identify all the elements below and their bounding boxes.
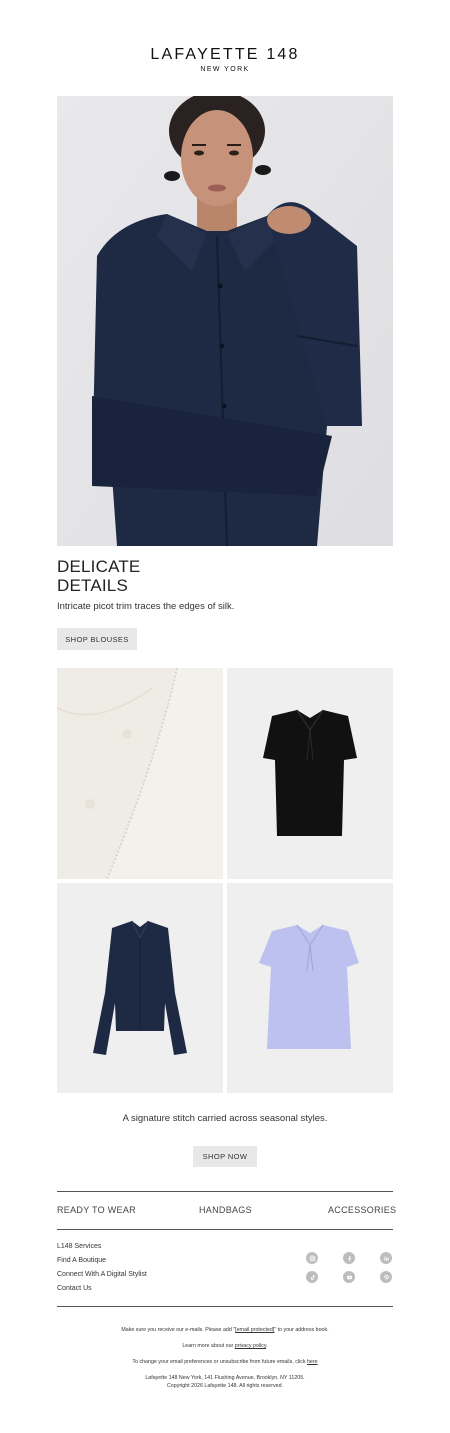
product-image-navy-shirt[interactable] [57, 883, 223, 1093]
hero-model-illustration [57, 96, 393, 546]
headline-line-2: DETAILS [57, 576, 128, 595]
hero-headline: DELICATE DETAILS [57, 557, 393, 595]
privacy-policy-link[interactable]: privacy policy [235, 1343, 266, 1349]
ivory-blouse-detail-illustration [57, 668, 223, 879]
pinterest-icon[interactable] [380, 1271, 392, 1283]
grid-tagline: A signature stitch carried across season… [122, 1113, 328, 1124]
legal-line2-post: . [266, 1343, 268, 1349]
nav-divider-bottom [57, 1229, 393, 1230]
brand-logo-sub: NEW YORK [200, 66, 250, 73]
footer-link-stylist[interactable]: Connect With A Digital Stylist [57, 1271, 147, 1278]
legal-line1-post: " to your address book. [274, 1327, 329, 1333]
product-image-detail-ivory[interactable] [57, 668, 223, 879]
footer-link-boutique[interactable]: Find A Boutique [57, 1257, 106, 1264]
legal-address: Lafayette 148 New York, 141 Flushing Ave… [145, 1375, 305, 1381]
legal-privacy: Learn more about our privacy policy. [0, 1343, 450, 1349]
nav-item-handbags[interactable]: HANDBAGS [199, 1205, 252, 1215]
legal-copyright: Copyright 2026 Lafayette 148. All rights… [166, 1383, 283, 1389]
legal-line2-pre: Learn more about our [182, 1343, 235, 1349]
navy-shirt-illustration [93, 920, 187, 1055]
legal-line1-pre: Make sure you receive our e-mails. Pleas… [121, 1327, 236, 1333]
legal-unsubscribe: To change your email preferences or unsu… [0, 1359, 450, 1365]
footer-divider [57, 1306, 393, 1307]
hero-image[interactable] [57, 96, 393, 546]
legal-address-book: Make sure you receive our e-mails. Pleas… [0, 1327, 450, 1333]
shop-now-button[interactable]: SHOP NOW [193, 1146, 257, 1167]
instagram-icon[interactable] [306, 1252, 318, 1264]
youtube-icon[interactable] [343, 1271, 355, 1283]
black-top-illustration [263, 709, 357, 836]
nav-item-ready-to-wear[interactable]: READY TO WEAR [57, 1205, 136, 1215]
footer-link-contact[interactable]: Contact Us [57, 1285, 92, 1292]
product-image-black-top[interactable] [227, 668, 393, 879]
tiktok-icon[interactable] [306, 1271, 318, 1283]
email-protected-link[interactable]: [email protected] [235, 1327, 274, 1333]
footer-link-services[interactable]: L148 Services [57, 1243, 101, 1250]
shop-blouses-button[interactable]: SHOP BLOUSES [57, 628, 137, 650]
lavender-top-illustration [259, 924, 359, 1049]
hero-subcopy: Intricate picot trim traces the edges of… [57, 601, 235, 612]
facebook-icon[interactable] [343, 1252, 355, 1264]
nav-divider-top [57, 1191, 393, 1192]
brand-logo[interactable]: LAFAYETTE 148 [0, 46, 450, 64]
headline-line-1: DELICATE [57, 557, 141, 576]
legal-line3-pre: To change your email preferences or unsu… [132, 1359, 307, 1365]
linkedin-icon[interactable] [380, 1252, 392, 1264]
email-header: LAFAYETTE 148 NEW YORK [0, 0, 450, 96]
product-image-lavender-top[interactable] [227, 883, 393, 1093]
unsubscribe-here-link[interactable]: here [307, 1359, 318, 1365]
nav-item-accessories[interactable]: ACCESSORIES [328, 1205, 396, 1215]
